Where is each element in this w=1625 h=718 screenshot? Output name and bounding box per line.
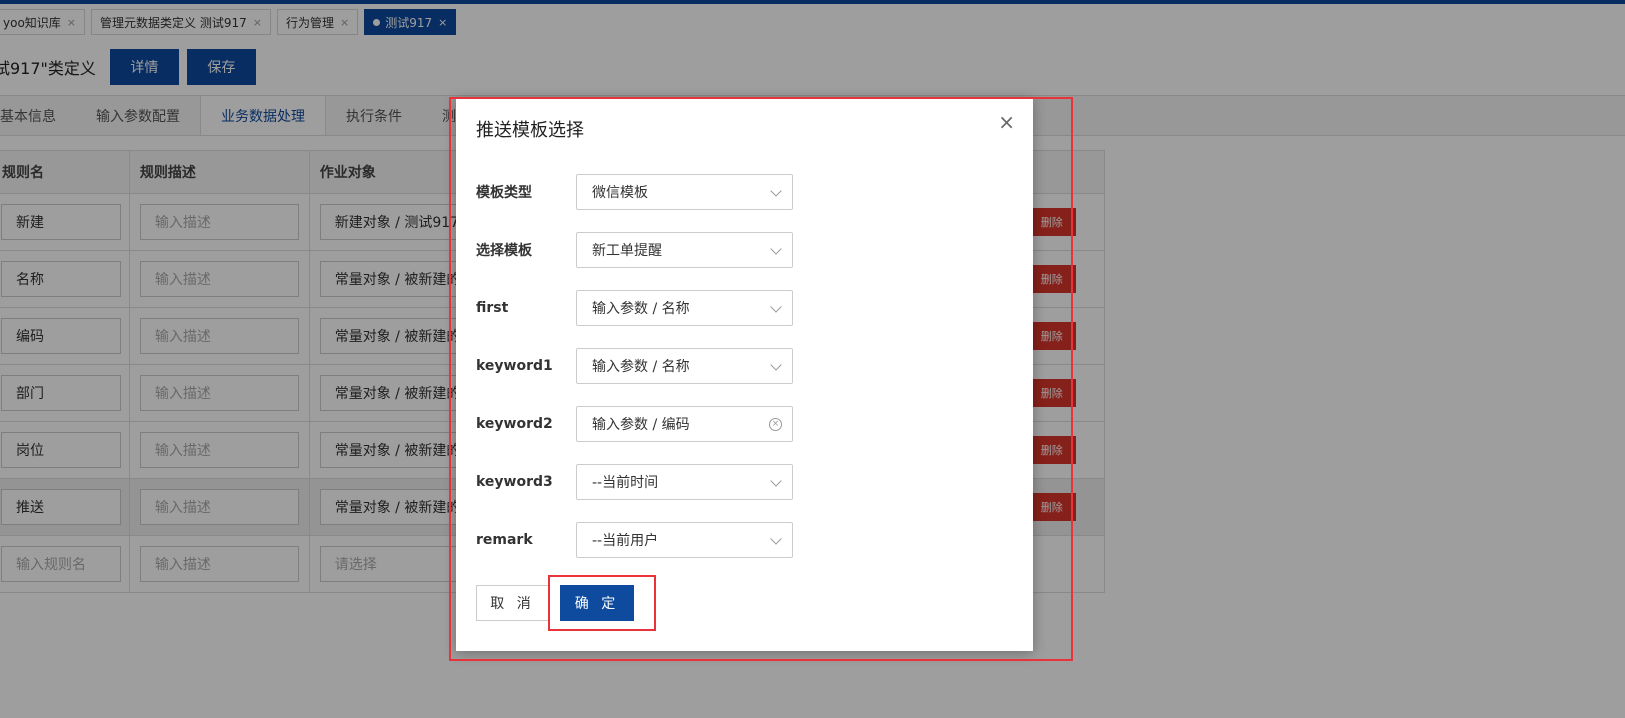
highlight-box-confirm — [548, 575, 656, 631]
highlight-box-dialog — [449, 97, 1073, 661]
